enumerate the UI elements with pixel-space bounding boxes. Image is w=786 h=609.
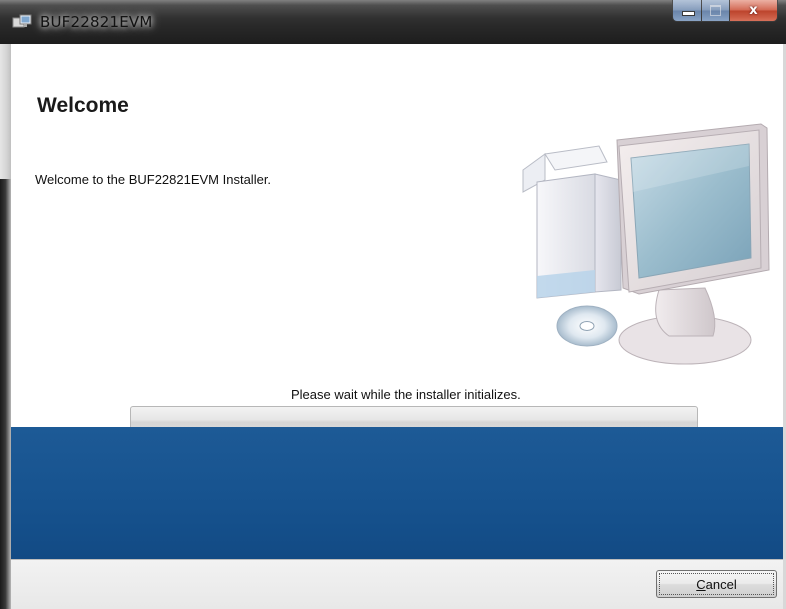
- installer-window: BUF22821EVM x Welcome Welcome to the BUF…: [0, 0, 786, 609]
- maximize-button[interactable]: [702, 0, 730, 22]
- window-frame-left: [0, 44, 11, 609]
- minimize-icon: [682, 11, 695, 16]
- cancel-accelerator: C: [696, 576, 706, 592]
- welcome-panel: Welcome Welcome to the BUF22821EVM Insta…: [11, 44, 783, 436]
- cancel-button-focus: Cancel: [659, 573, 774, 595]
- welcome-message: Welcome to the BUF22821EVM Installer.: [35, 172, 272, 187]
- banner-band: [11, 427, 783, 559]
- close-button[interactable]: x: [730, 0, 778, 22]
- status-message: Please wait while the installer initiali…: [291, 387, 521, 402]
- close-icon: x: [749, 3, 758, 18]
- cancel-label: ancel: [705, 576, 737, 592]
- button-bar: Cancel: [11, 559, 783, 609]
- minimize-button[interactable]: [672, 0, 702, 22]
- installer-window-icon: [12, 14, 32, 28]
- maximize-icon: [710, 5, 721, 16]
- title-bar[interactable]: BUF22821EVM x: [0, 0, 786, 44]
- window-title: BUF22821EVM: [40, 13, 153, 31]
- computer-install-icon: [522, 123, 770, 365]
- page-title: Welcome: [37, 94, 129, 117]
- caption-buttons: x: [672, 0, 778, 22]
- cancel-button[interactable]: Cancel: [656, 570, 777, 598]
